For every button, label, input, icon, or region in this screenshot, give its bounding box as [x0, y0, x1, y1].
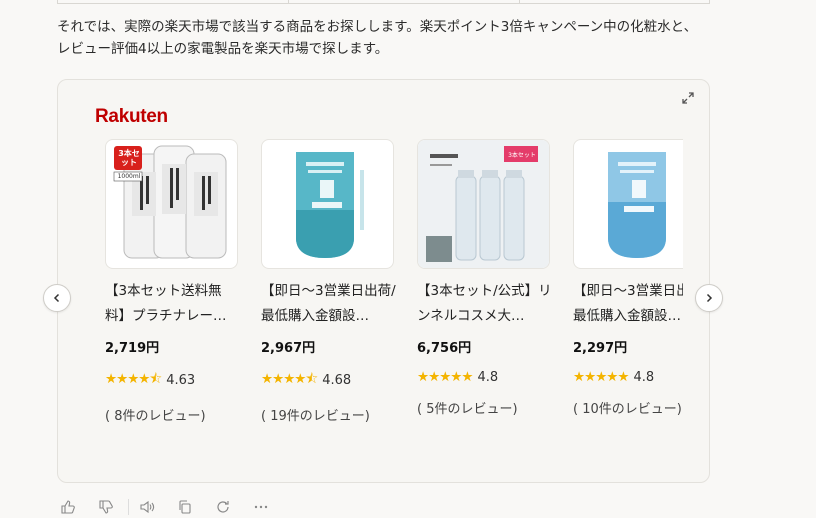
toolbar-divider	[128, 499, 129, 515]
expand-icon[interactable]	[681, 92, 695, 106]
previous-table-edge	[57, 0, 710, 4]
thumbs-down-icon[interactable]	[98, 497, 136, 517]
product-title[interactable]: 【即日〜3営業日出荷/最低購入金額設…	[261, 279, 397, 329]
carousel-prev-button[interactable]	[43, 284, 71, 312]
product-image[interactable]	[573, 139, 683, 269]
carousel-next-button[interactable]	[695, 284, 723, 312]
review-count[interactable]: ( 5件のレビュー)	[417, 398, 557, 417]
product-rating: ★★★★★ 4.8	[417, 369, 557, 385]
product-title[interactable]: 【3本セット/公式】リンネルコスメ大…	[417, 279, 553, 329]
table-divider	[519, 0, 520, 4]
rating-value: 4.63	[166, 373, 196, 388]
product-title[interactable]: 【3本セット送料無料】プラチナレー…	[105, 279, 241, 329]
product-price: 2,719円	[105, 341, 160, 356]
product-image[interactable]: 3本セット	[417, 139, 550, 269]
regenerate-icon[interactable]	[215, 497, 253, 517]
chevron-right-icon	[704, 289, 714, 307]
review-count[interactable]: ( 19件のレビュー)	[261, 405, 401, 424]
product-title[interactable]: 【即日〜3営業日出荷/最低購入金額設…	[573, 279, 683, 329]
star-rating-icon: ★★★★⯪	[105, 371, 162, 387]
product-card[interactable]: 【即日〜3営業日出荷/最低購入金額設… 2,967円 ★★★★⯪ 4.68 ( …	[261, 139, 401, 424]
product-price: 2,297円	[573, 341, 628, 356]
rating-value: 4.8	[477, 369, 499, 385]
rating-value: 4.68	[322, 373, 352, 388]
product-card[interactable]: 3本セット 【3本セット/公式】リンネルコスメ大… 6,756円 ★★★★★ 4…	[417, 139, 557, 417]
product-rating: ★★★★★ 4.8	[573, 369, 683, 385]
more-icon[interactable]	[253, 497, 291, 517]
product-carousel: 3本セット 1000ml 【3本セット送料無料】プラチナレー… 2,719円 ★…	[105, 139, 683, 449]
product-price: 6,756円	[417, 341, 472, 356]
product-image[interactable]	[261, 139, 394, 269]
assistant-message: それでは、実際の楽天市場で該当する商品をお探しします。楽天ポイント3倍キャンペー…	[57, 16, 737, 60]
badge-label: 3本セット	[508, 152, 536, 159]
product-image[interactable]: 3本セット 1000ml	[105, 139, 238, 269]
chevron-left-icon	[52, 289, 62, 307]
speaker-icon[interactable]	[139, 497, 177, 517]
message-line: それでは、実際の楽天市場で該当する商品をお探しします。楽天ポイント3倍キャンペー…	[57, 19, 698, 35]
product-rating: ★★★★⯪ 4.68	[261, 369, 401, 392]
thumbs-up-icon[interactable]	[60, 497, 98, 517]
product-card[interactable]: 3本セット 1000ml 【3本セット送料無料】プラチナレー… 2,719円 ★…	[105, 139, 245, 424]
table-divider	[288, 0, 289, 4]
product-card[interactable]: 【即日〜3営業日出荷/最低購入金額設… 2,297円 ★★★★★ 4.8 ( 1…	[573, 139, 683, 417]
message-line: レビュー評価4以上の家電製品を楽天市場で探します。	[57, 41, 389, 57]
review-count[interactable]: ( 8件のレビュー)	[105, 405, 245, 424]
rating-value: 4.8	[633, 369, 655, 385]
star-rating-icon: ★★★★★	[417, 369, 474, 385]
badge-label: 3本セット	[118, 149, 140, 167]
rakuten-product-widget: Rakuten 3本セット 1000ml 【3本セット送料無料】プラチナレー… …	[57, 79, 710, 483]
copy-icon[interactable]	[177, 497, 215, 517]
message-actions	[60, 497, 291, 517]
star-rating-icon: ★★★★★	[573, 369, 630, 385]
product-rating: ★★★★⯪ 4.63	[105, 369, 245, 392]
volume-label: 1000ml	[117, 173, 141, 180]
star-rating-icon: ★★★★⯪	[261, 371, 318, 387]
review-count[interactable]: ( 10件のレビュー)	[573, 398, 683, 417]
product-price: 2,967円	[261, 341, 316, 356]
rakuten-logo: Rakuten	[95, 106, 168, 127]
